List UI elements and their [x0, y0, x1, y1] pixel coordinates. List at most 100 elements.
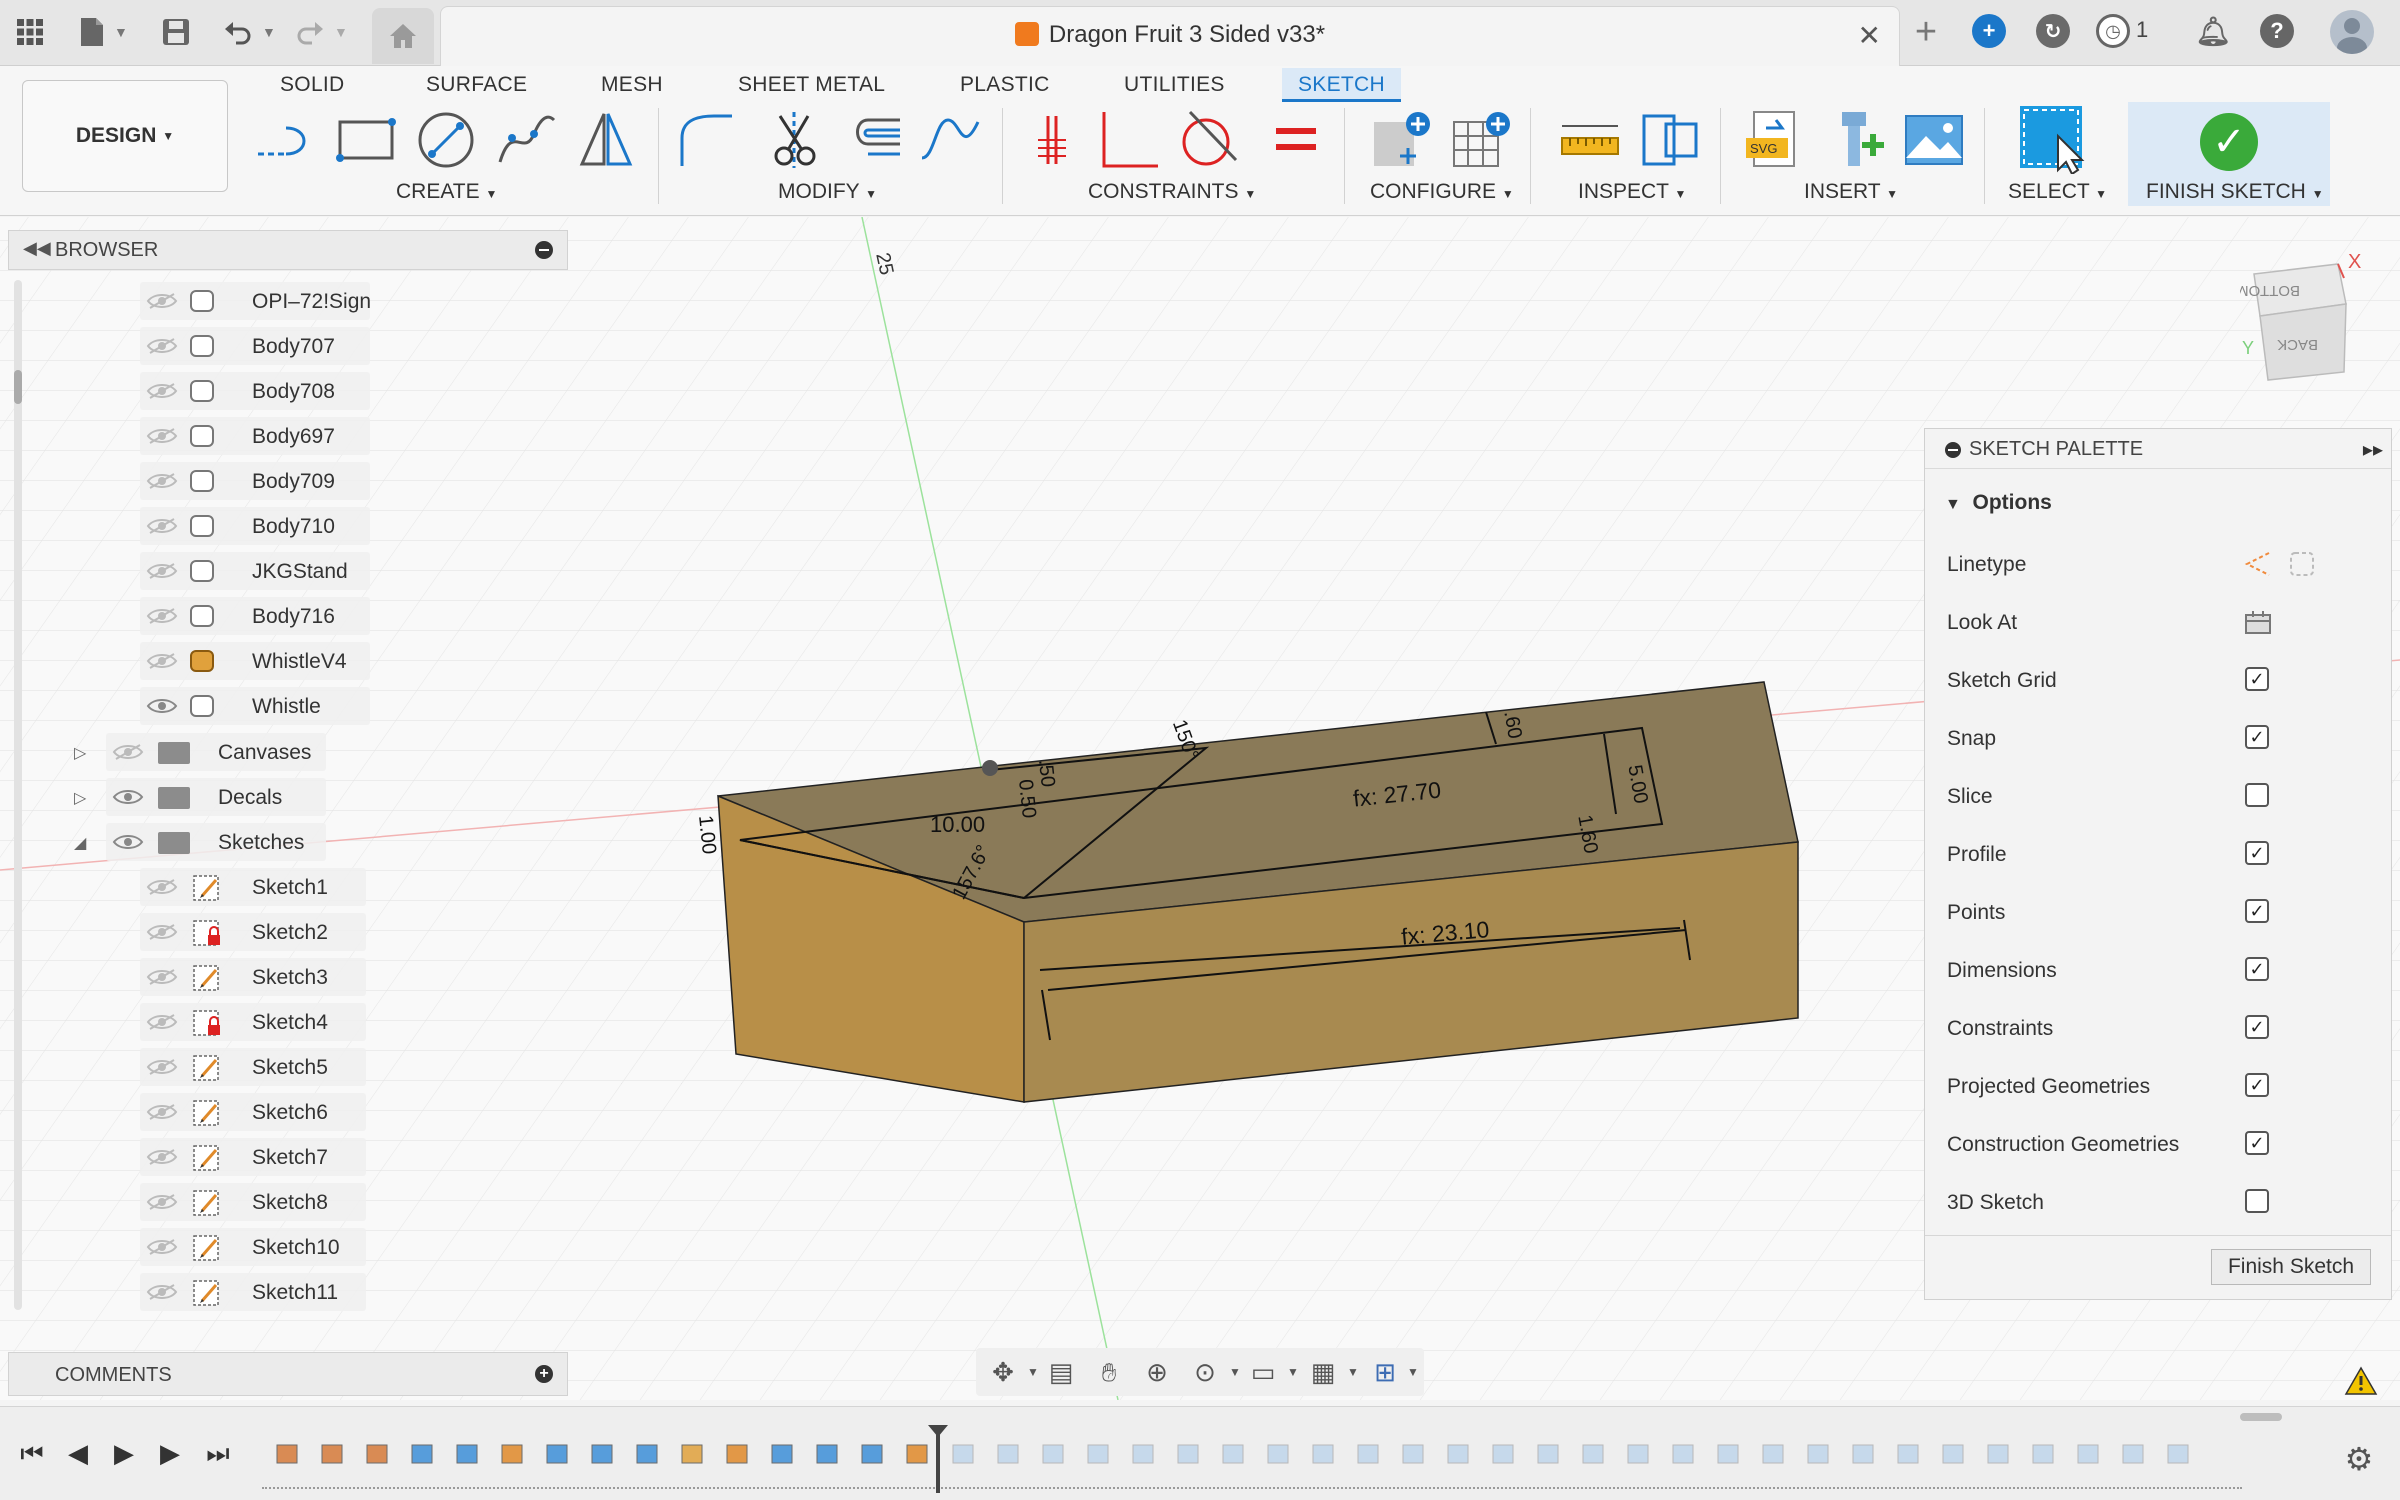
- timeline-feature-icon[interactable]: [409, 1441, 437, 1467]
- browser-panel-header[interactable]: ◀◀ BROWSER: [8, 230, 568, 270]
- view-cube[interactable]: BOTTOM BACK X Y: [2240, 254, 2400, 394]
- save-icon[interactable]: [156, 12, 196, 52]
- browser-folder-item[interactable]: Canvases: [106, 733, 326, 771]
- timeline-suppressed-feature-icon[interactable]: [1625, 1441, 1653, 1467]
- grid-settings-caret-icon[interactable]: ▼: [1336, 1356, 1370, 1388]
- browser-scrollbar[interactable]: [14, 280, 22, 1310]
- centerline-linetype-icon[interactable]: [2287, 549, 2317, 579]
- visibility-eye-icon[interactable]: [146, 382, 178, 400]
- extensions-icon[interactable]: +: [1972, 14, 2006, 48]
- redo-history-caret-icon[interactable]: ▼: [334, 24, 348, 40]
- pan-icon[interactable]: ✋︎: [1092, 1356, 1126, 1388]
- dimension-label[interactable]: 0.50: [1014, 778, 1040, 819]
- insert-mcmaster-icon[interactable]: [1822, 108, 1886, 172]
- browser-body-item[interactable]: Body709: [140, 462, 370, 500]
- palette-option-checkbox[interactable]: ✓: [2245, 899, 2269, 923]
- tab-utilities[interactable]: UTILITIES: [1108, 68, 1241, 102]
- inspect-group-menu[interactable]: INSPECT ▼: [1578, 180, 1686, 204]
- visibility-eye-icon[interactable]: [112, 788, 144, 806]
- browser-body-item[interactable]: Body697: [140, 417, 370, 455]
- timeline-suppressed-feature-icon[interactable]: [1445, 1441, 1473, 1467]
- next-step-icon[interactable]: ▶︎: [152, 1435, 188, 1471]
- timeline-suppressed-feature-icon[interactable]: [1130, 1441, 1158, 1467]
- timeline-suppressed-feature-icon[interactable]: [1535, 1441, 1563, 1467]
- timeline-feature-icon[interactable]: [364, 1441, 392, 1467]
- visibility-eye-icon[interactable]: [146, 878, 178, 896]
- timeline-scrollbar[interactable]: [2240, 1413, 2282, 1421]
- sketch-palette-header[interactable]: SKETCH PALETTE ▸▸: [1925, 429, 2391, 469]
- user-avatar[interactable]: [2330, 10, 2374, 54]
- visibility-eye-icon[interactable]: [146, 1193, 178, 1211]
- timeline-suppressed-feature-icon[interactable]: [1220, 1441, 1248, 1467]
- timeline-marker[interactable]: [928, 1425, 948, 1493]
- expand-triangle-icon[interactable]: ▷: [74, 743, 86, 763]
- redo-icon[interactable]: [290, 12, 330, 52]
- select-tool-icon[interactable]: [2018, 104, 2088, 174]
- orbit-icon[interactable]: ✥: [986, 1356, 1020, 1388]
- options-section-header[interactable]: ▼ Options: [1945, 491, 2052, 515]
- visibility-eye-icon[interactable]: [146, 1283, 178, 1301]
- parameters-icon[interactable]: [1370, 108, 1434, 172]
- timeline-suppressed-feature-icon[interactable]: [2165, 1441, 2193, 1467]
- timeline-feature-icon[interactable]: [859, 1441, 887, 1467]
- job-status-icon[interactable]: ◷: [2096, 14, 2130, 48]
- dimension-label[interactable]: 1.00: [694, 814, 720, 855]
- undo-icon[interactable]: [218, 12, 258, 52]
- insert-group-menu[interactable]: INSERT ▼: [1804, 180, 1898, 204]
- settings-gear-icon[interactable]: ⚙︎: [2342, 1442, 2376, 1476]
- timeline-suppressed-feature-icon[interactable]: [1490, 1441, 1518, 1467]
- dimension-label[interactable]: 10.00: [930, 812, 985, 837]
- home-tab[interactable]: [372, 8, 434, 64]
- timeline-suppressed-feature-icon[interactable]: [950, 1441, 978, 1467]
- tab-sheet-metal[interactable]: SHEET METAL: [722, 68, 901, 102]
- visibility-eye-icon[interactable]: [146, 1103, 178, 1121]
- dimension-label[interactable]: .50: [1034, 758, 1059, 788]
- workspace-switcher-button[interactable]: DESIGN ▼: [22, 80, 228, 192]
- visibility-eye-icon[interactable]: [112, 743, 144, 761]
- zoom-window-icon[interactable]: ⊙: [1188, 1356, 1222, 1388]
- timeline-feature-icon[interactable]: [769, 1441, 797, 1467]
- sketch-scale-tool-icon[interactable]: [918, 108, 982, 172]
- timeline-suppressed-feature-icon[interactable]: [1265, 1441, 1293, 1467]
- timeline-feature-icon[interactable]: [904, 1441, 932, 1467]
- visibility-eye-icon[interactable]: [146, 607, 178, 625]
- visibility-eye-icon[interactable]: [146, 697, 178, 715]
- zoom-icon[interactable]: ⊕: [1140, 1356, 1174, 1388]
- timeline-feature-icon[interactable]: [679, 1441, 707, 1467]
- visibility-eye-icon[interactable]: [146, 517, 178, 535]
- browser-scrollbar-thumb[interactable]: [14, 370, 22, 404]
- browser-sketch-item[interactable]: Sketch11: [140, 1273, 366, 1311]
- mirror-tool-icon[interactable]: [574, 108, 638, 172]
- visibility-eye-icon[interactable]: [146, 562, 178, 580]
- look-at-icon[interactable]: ▤: [1044, 1356, 1078, 1388]
- sync-status-icon[interactable]: ↻: [2036, 14, 2070, 48]
- configure-group-menu[interactable]: CONFIGURE ▼: [1370, 180, 1514, 204]
- visibility-eye-icon[interactable]: [146, 472, 178, 490]
- timeline-suppressed-feature-icon[interactable]: [2075, 1441, 2103, 1467]
- timeline-suppressed-feature-icon[interactable]: [1310, 1441, 1338, 1467]
- visibility-eye-icon[interactable]: [146, 337, 178, 355]
- timeline-suppressed-feature-icon[interactable]: [1670, 1441, 1698, 1467]
- timeline-feature-icon[interactable]: [454, 1441, 482, 1467]
- timeline-suppressed-feature-icon[interactable]: [1580, 1441, 1608, 1467]
- coincident-constraint-icon[interactable]: [1020, 108, 1084, 172]
- tab-sketch[interactable]: SKETCH: [1282, 68, 1401, 102]
- timeline-suppressed-feature-icon[interactable]: [2120, 1441, 2148, 1467]
- spline-tool-icon[interactable]: [494, 108, 558, 172]
- visibility-eye-icon[interactable]: [146, 427, 178, 445]
- palette-option-checkbox[interactable]: ✓: [2245, 725, 2269, 749]
- notifications-bell-icon[interactable]: 🔔︎: [2195, 14, 2231, 48]
- browser-folder-item[interactable]: Sketches: [106, 823, 326, 861]
- browser-sketch-item[interactable]: Sketch6: [140, 1093, 366, 1131]
- browser-folder-item[interactable]: Decals: [106, 778, 326, 816]
- file-menu-icon[interactable]: [72, 12, 112, 52]
- browser-sketch-item[interactable]: Sketch5: [140, 1048, 366, 1086]
- measure-tool-icon[interactable]: [1558, 108, 1622, 172]
- browser-sketch-item[interactable]: Sketch10: [140, 1228, 366, 1266]
- app-grid-icon[interactable]: [10, 12, 50, 52]
- browser-sketch-item[interactable]: Sketch4: [140, 1003, 366, 1041]
- help-icon[interactable]: ?: [2260, 14, 2294, 48]
- browser-body-item[interactable]: Whistle: [140, 687, 370, 725]
- timeline-feature-icon[interactable]: [499, 1441, 527, 1467]
- timeline-feature-icon[interactable]: [589, 1441, 617, 1467]
